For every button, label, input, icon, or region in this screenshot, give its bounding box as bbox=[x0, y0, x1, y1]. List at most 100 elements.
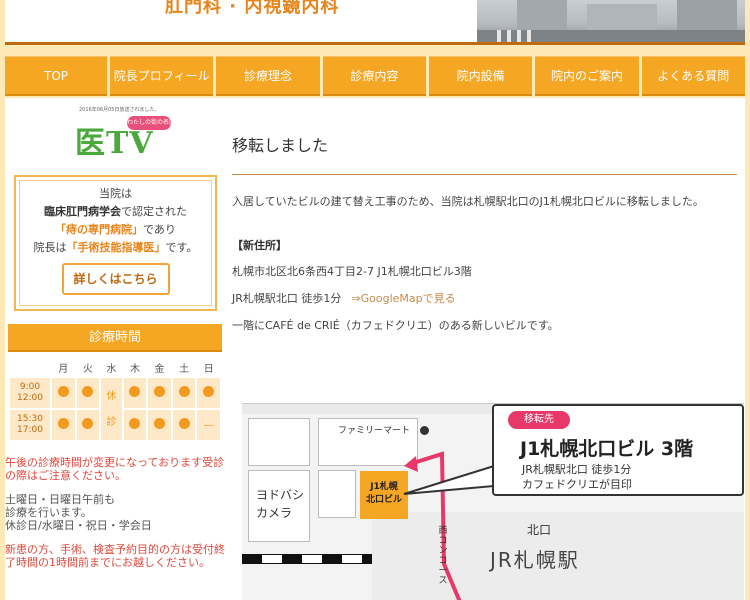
cert-line-2-suffix: で認定された bbox=[121, 205, 187, 218]
destination-landmark: カフェドクリエが目印 bbox=[522, 478, 632, 491]
hours-table: 月 火 水 木 金 土 日 9:0012:00 休診 15:3017:00 bbox=[8, 356, 222, 442]
closed-dash: — bbox=[203, 419, 214, 431]
open-dot-icon bbox=[203, 386, 215, 397]
note-weekend-1: 土曜日・日曜日午前も bbox=[5, 493, 115, 506]
closed-label: 休診 bbox=[101, 390, 122, 429]
nav-facilities[interactable]: 院内設備 bbox=[428, 56, 533, 96]
day-thu: 木 bbox=[129, 363, 140, 375]
cert-line-4-suffix: です。 bbox=[165, 241, 198, 254]
open-dot-icon bbox=[57, 386, 69, 397]
closed-label-2: 診 bbox=[106, 416, 117, 428]
yodobashi-label-2: カメラ bbox=[256, 506, 293, 520]
day-fri: 金 bbox=[154, 363, 165, 375]
time-am: 9:00 12:00 bbox=[10, 378, 50, 408]
cert-line-4: 院長は「手術技能指導医」です。 bbox=[20, 239, 211, 257]
day-wed: 水 bbox=[106, 363, 117, 375]
nav-profile[interactable]: 院長プロフィール bbox=[110, 56, 214, 96]
closed-label-1: 休 bbox=[106, 390, 117, 402]
hours-cell bbox=[148, 410, 171, 440]
destination-building: J1札幌北口ビル 3階 bbox=[520, 438, 694, 460]
open-dot-icon bbox=[129, 386, 141, 397]
map-block bbox=[248, 418, 310, 466]
heart-badge-icon: わたしの街の名医 bbox=[127, 116, 175, 130]
open-dot-icon bbox=[82, 386, 94, 397]
cert-hospital: 「痔の専門病院」 bbox=[55, 223, 144, 236]
callout-pointer-icon bbox=[403, 464, 495, 495]
cert-society: 臨床肛門病学会 bbox=[44, 205, 121, 218]
cert-line-4-prefix: 院長は bbox=[33, 241, 67, 254]
day-sat: 土 bbox=[179, 363, 190, 375]
note-new-patients: 新患の方、手術、検査予約目的の方は受付終了時間の1時間前までにお越しください。 bbox=[5, 543, 225, 569]
tv-caption: 2016年06月05日放送されました。 bbox=[79, 107, 160, 113]
time-pm-end: 17:00 bbox=[17, 425, 43, 435]
cert-doctor: 「手術技能指導医」 bbox=[66, 241, 166, 254]
hours-header-row: 月 火 水 木 金 土 日 bbox=[10, 358, 220, 376]
intro-text: 入居していたビルの建て替え工事のため、当院は札幌駅北口のJ1札幌北口ビルに移転し… bbox=[232, 195, 704, 208]
destination-walk: JR札幌駅北口 徒歩1分 bbox=[522, 463, 632, 476]
open-dot-icon bbox=[178, 418, 190, 429]
destination-badge: 移転先 bbox=[508, 411, 570, 429]
cert-line-1: 当院は bbox=[99, 187, 132, 200]
day-mon: 月 bbox=[58, 363, 69, 375]
side-notes: 午後の診療時間が変更になっております受診の際はご注意ください。 土曜日・日曜日午… bbox=[5, 456, 225, 580]
cert-line-2: 臨床肛門病学会で認定された bbox=[20, 203, 211, 221]
nav-guide[interactable]: 院内のご案内 bbox=[535, 56, 639, 96]
time-am-end: 12:00 bbox=[17, 393, 43, 403]
note-weekend-2: 診療を行います。 bbox=[5, 506, 92, 519]
hours-corner bbox=[10, 358, 50, 376]
nav-services[interactable]: 診療内容 bbox=[322, 56, 426, 96]
hours-cell bbox=[123, 378, 147, 408]
yodobashi-label: ヨドバシ カメラ bbox=[256, 486, 304, 522]
hours-cell bbox=[172, 378, 196, 408]
certification-box: 当院は 臨床肛門病学会で認定された 「痔の専門病院」であり 院長は「手術技能指導… bbox=[14, 175, 217, 311]
cert-line-3-suffix: であり bbox=[143, 223, 176, 236]
map-block bbox=[318, 470, 356, 518]
main-panel: 2016年06月05日放送されました。 医TV わたしの街の名医 当院は 臨床肛… bbox=[5, 98, 745, 600]
site-header: 肛門科 · 内視鏡内科 bbox=[0, 0, 750, 45]
street-photo-icon bbox=[477, 0, 745, 42]
access-map: ファミリーマート ヨドバシ カメラ 北口 JR札幌駅 J1札幌 北口ビル 西コンコー… bbox=[242, 403, 744, 600]
title-divider bbox=[232, 174, 737, 175]
time-am-start: 9:00 bbox=[19, 382, 41, 392]
time-pm: 15:30 17:00 bbox=[10, 410, 50, 440]
access-line: JR札幌駅北口 徒歩1分 ⇒GoogleMapで見る bbox=[232, 291, 732, 306]
hours-cell bbox=[148, 378, 171, 408]
time-pm-start: 15:30 bbox=[17, 414, 43, 424]
header-divider bbox=[5, 42, 745, 45]
page-title: 移転しました bbox=[232, 136, 329, 155]
day-sun: 日 bbox=[203, 363, 214, 375]
access-text: JR札幌駅北口 徒歩1分 bbox=[232, 292, 342, 305]
certification-text: 当院は 臨床肛門病学会で認定された 「痔の専門病院」であり 院長は「手術技能指導… bbox=[19, 180, 212, 306]
open-dot-icon bbox=[178, 386, 190, 397]
google-map-link[interactable]: ⇒GoogleMapで見る bbox=[351, 292, 455, 305]
tv-banner[interactable]: 2016年06月05日放送されました。 医TV わたしの街の名医 bbox=[65, 106, 175, 161]
nav-top[interactable]: TOP bbox=[5, 56, 107, 96]
note-closed-days: 休診日/水曜日・祝日・学会日 bbox=[5, 519, 152, 532]
hours-cell bbox=[52, 378, 75, 408]
destination-callout: 移転先 J1札幌北口ビル 3階 JR札幌駅北口 徒歩1分 カフェドクリエが目印 bbox=[492, 404, 744, 496]
hours-title: 診療時間 bbox=[8, 324, 222, 352]
north-exit-label: 北口 bbox=[527, 523, 552, 537]
address-text: 札幌市北区北6条西4丁目2-7 J1札幌北口ビル3階 bbox=[232, 265, 472, 278]
nav-faq[interactable]: よくある質問 bbox=[641, 56, 745, 96]
note-weekend: 土曜日・日曜日午前も 診療を行います。 休診日/水曜日・祝日・学会日 bbox=[5, 493, 225, 532]
hours-cell bbox=[172, 410, 196, 440]
hours-cell: — bbox=[197, 410, 220, 440]
hours-cell bbox=[52, 410, 75, 440]
hours-cell bbox=[76, 410, 100, 440]
hours-cell bbox=[123, 410, 147, 440]
destination-details: JR札幌駅北口 徒歩1分 カフェドクリエが目印 bbox=[522, 462, 632, 492]
closed-cell: 休診 bbox=[101, 378, 122, 440]
hours-cell bbox=[76, 378, 100, 408]
open-dot-icon bbox=[154, 386, 166, 397]
header-panel: 肛門科 · 内視鏡内科 bbox=[5, 0, 745, 42]
sidebar: 2016年06月05日放送されました。 医TV わたしの街の名医 当院は 臨床肛… bbox=[5, 98, 225, 600]
open-dot-icon bbox=[57, 418, 69, 429]
site-title: 肛門科 · 内視鏡内科 bbox=[165, 0, 340, 17]
open-dot-icon bbox=[129, 418, 141, 429]
cert-line-3: 「痔の専門病院」であり bbox=[20, 221, 211, 239]
details-button[interactable]: 詳しくはこちら bbox=[61, 263, 170, 295]
west-concourse-label: 西コンコース bbox=[438, 526, 448, 586]
nav-philosophy[interactable]: 診療理念 bbox=[216, 56, 320, 96]
yodobashi-label-1: ヨドバシ bbox=[256, 488, 305, 502]
